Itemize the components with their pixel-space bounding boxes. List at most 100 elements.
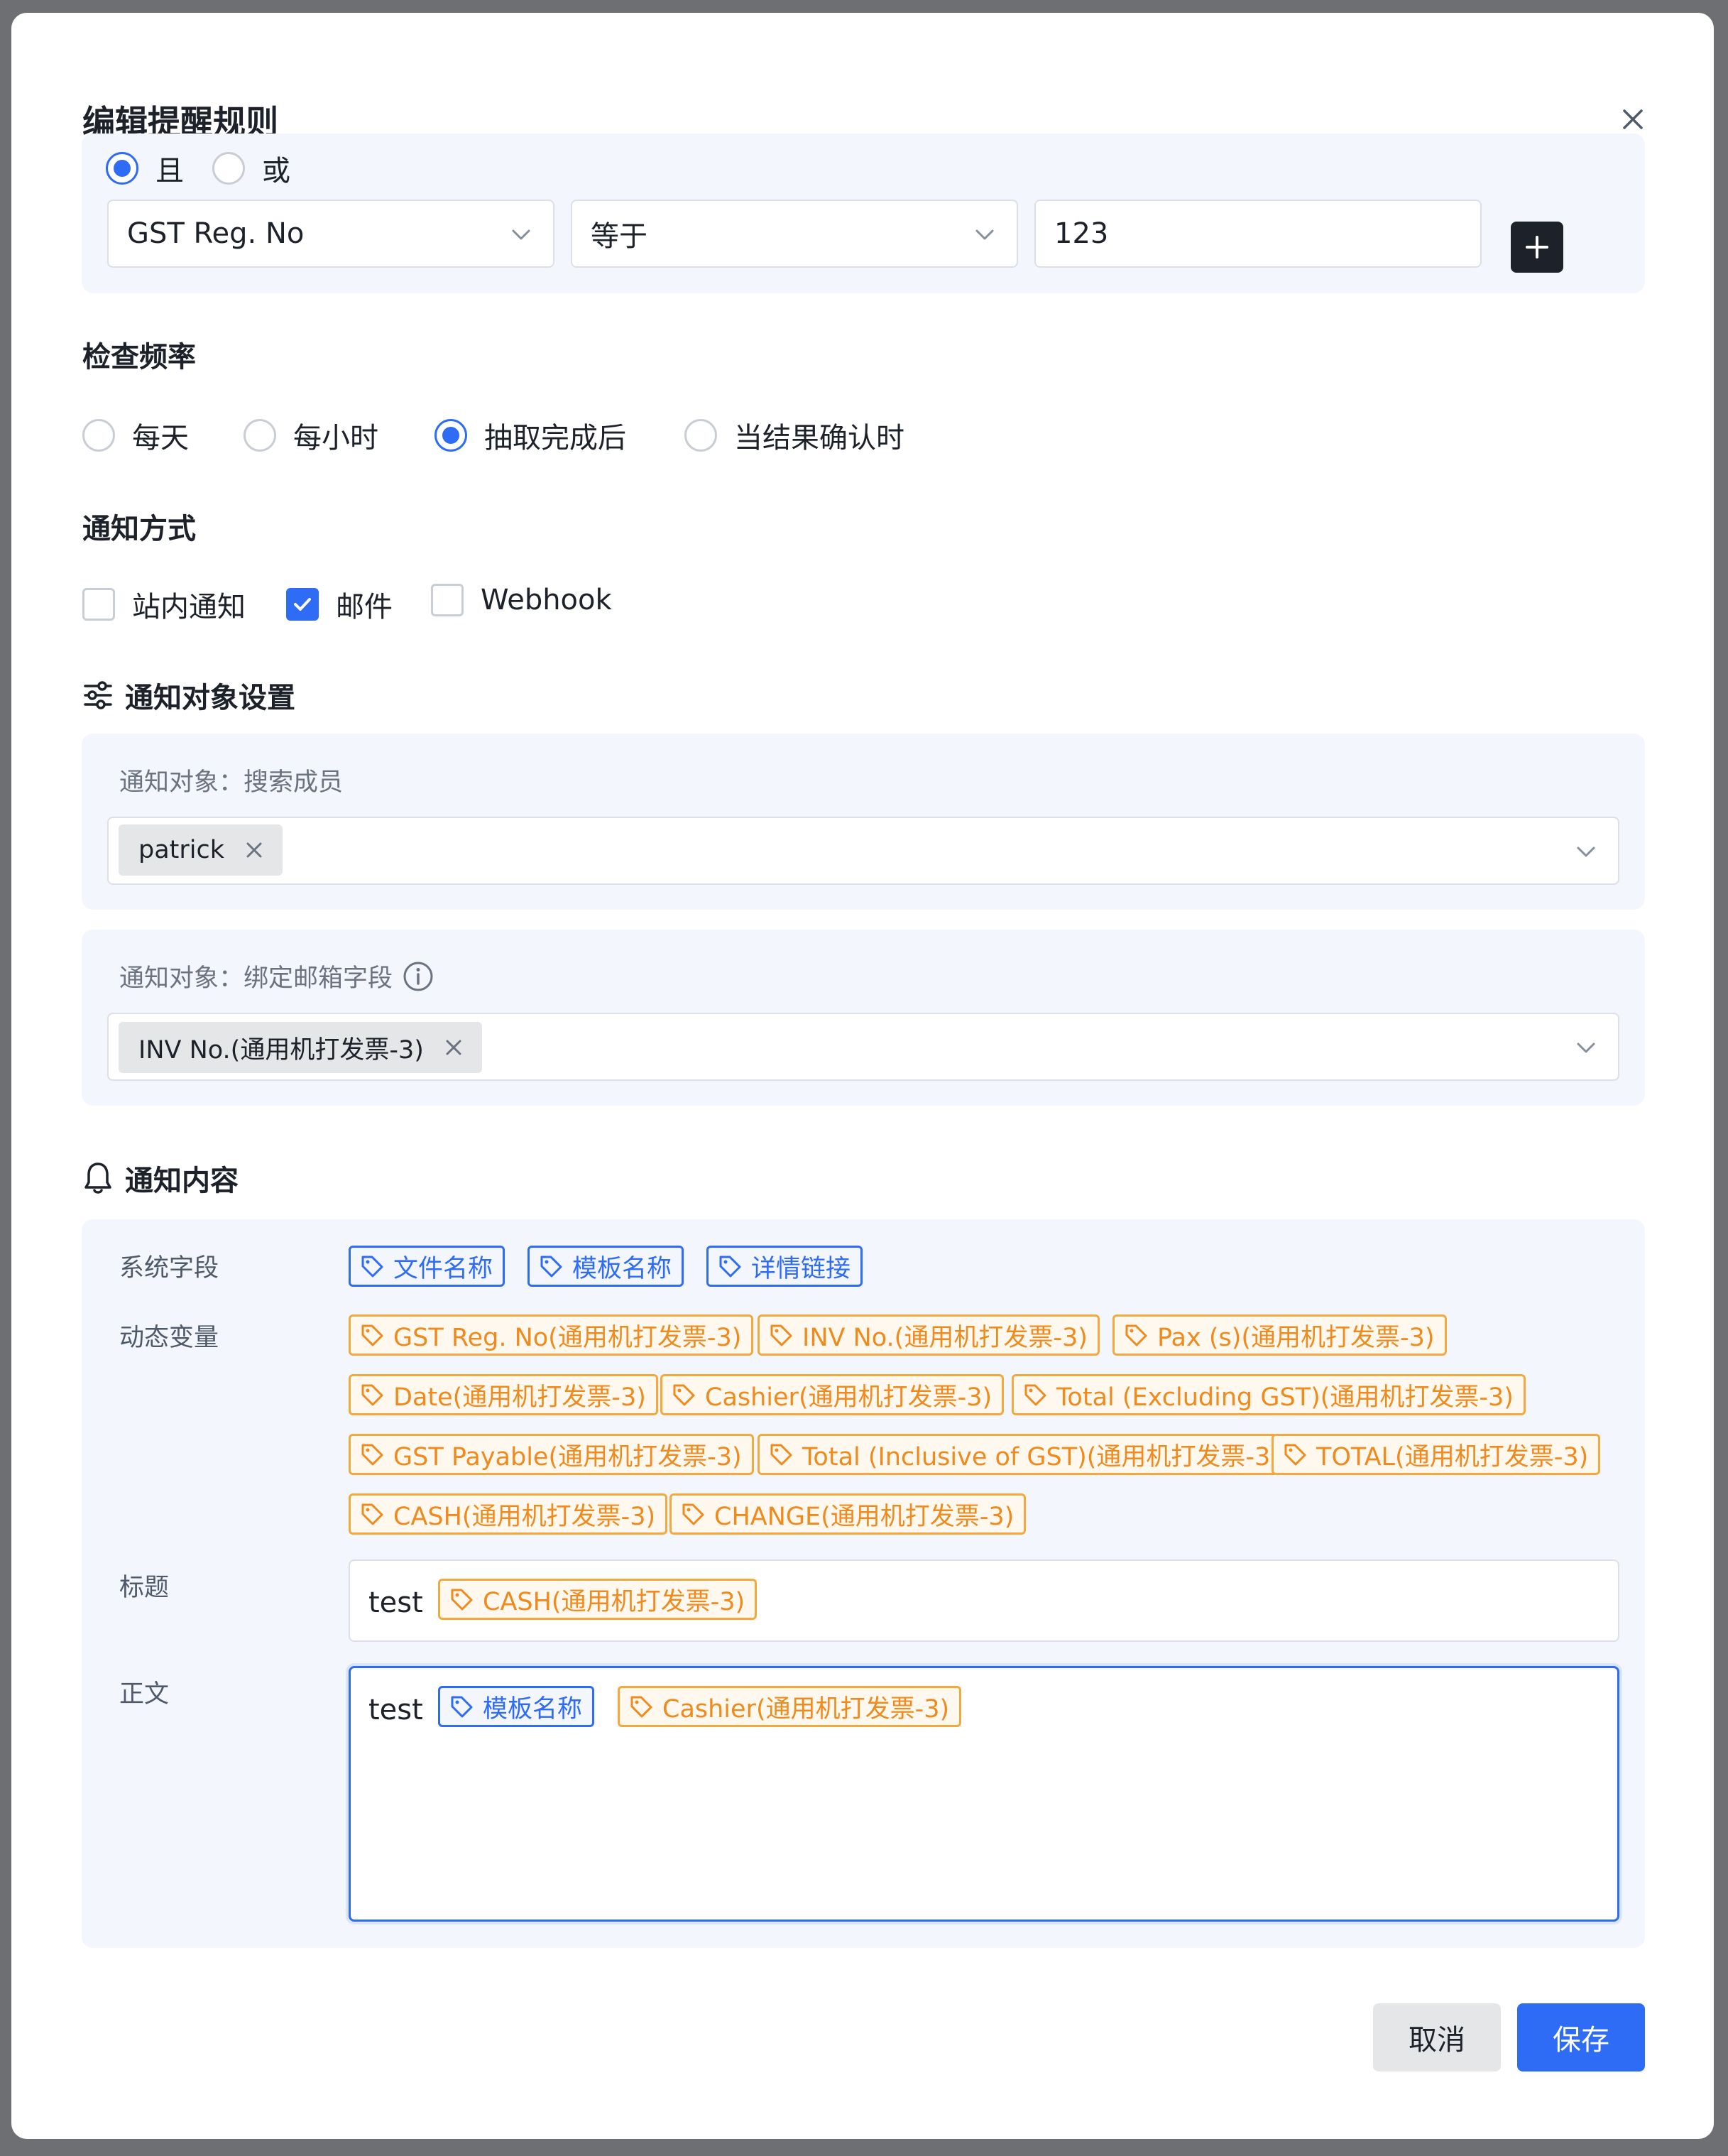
sliders-icon (84, 681, 112, 709)
system-field-tag[interactable]: 文件名称 (349, 1246, 505, 1287)
checkbox-indicator (82, 588, 115, 621)
condition-field-value: GST Reg. No (127, 217, 305, 250)
dynamic-var-tag[interactable]: Pax (s)(通用机打发票-3) (1112, 1314, 1447, 1356)
cancel-button[interactable]: 取消 (1373, 2003, 1501, 2071)
body-inserted-tag[interactable]: 模板名称 (438, 1686, 595, 1727)
dynamic-var-tag[interactable]: Total (Inclusive of GST)(通用机打发票-3) (758, 1434, 1292, 1475)
tag-label: TOTAL(通用机打发票-3) (1316, 1442, 1589, 1471)
dynamic-var-tag[interactable]: GST Reg. No(通用机打发票-3) (349, 1314, 754, 1356)
content-title: 通知内容 (125, 1165, 239, 1197)
frequency-hourly-radio[interactable]: 每小时 (244, 415, 378, 456)
radio-label: 且 (155, 155, 184, 187)
radio-label: 或 (262, 155, 290, 187)
dynamic-var-tag[interactable]: GST Payable(通用机打发票-3) (349, 1434, 754, 1475)
condition-field-select[interactable]: GST Reg. No (107, 200, 554, 268)
condition-operator-select[interactable]: 等于 (571, 200, 1018, 268)
condition-value-input[interactable]: 123 (1034, 200, 1482, 268)
logic-or-radio[interactable]: 或 (212, 148, 290, 189)
email-field-label: 通知对象：绑定邮箱字段 (119, 964, 393, 993)
remove-chip-button[interactable] (246, 842, 263, 859)
condition-operator-value: 等于 (591, 220, 647, 253)
chevron-down-icon (512, 229, 530, 240)
bell-icon (84, 1163, 111, 1194)
frequency-label: 检查频率 (82, 341, 196, 374)
frequency-after-extract-radio[interactable]: 抽取完成后 (434, 415, 626, 456)
dynamic-var-tag[interactable]: Cashier(通用机打发票-3) (660, 1374, 1005, 1415)
email-field-panel: 通知对象：绑定邮箱字段 INV No.(通用机打发票-3) (82, 930, 1645, 1106)
subject-input[interactable]: test CASH(通用机打发票-3) (349, 1559, 1619, 1642)
radio-indicator (684, 419, 717, 452)
body-inserted-tag[interactable]: Cashier(通用机打发票-3) (618, 1686, 962, 1727)
info-icon[interactable] (403, 961, 434, 992)
tag-label: GST Payable(通用机打发票-3) (393, 1442, 742, 1471)
condition-value-text: 123 (1054, 217, 1109, 250)
member-chip-label: patrick (138, 836, 225, 864)
check-icon (294, 598, 311, 611)
radio-indicator (82, 419, 115, 452)
content-panel: 系统字段 动态变量 标题 正文 文件名称 模板名称 详情链接 GST Reg. … (82, 1219, 1645, 1948)
system-field-tag[interactable]: 详情链接 (706, 1246, 863, 1287)
tag-icon (768, 1442, 794, 1467)
tag-label: Cashier(通用机打发票-3) (705, 1383, 992, 1412)
tag-icon (449, 1694, 474, 1719)
tag-icon (680, 1501, 706, 1527)
checkbox-indicator (431, 584, 464, 616)
dynamic-var-tag[interactable]: INV No.(通用机打发票-3) (758, 1314, 1100, 1356)
radio-label: 当结果确认时 (734, 422, 904, 454)
edit-alert-rule-dialog: 编辑提醒规则 且 或 GST Reg. No 等于 123 检查频率 每天 每小… (11, 13, 1714, 2139)
system-fields-label: 系统字段 (119, 1254, 219, 1283)
tag-label: Cashier(通用机打发票-3) (662, 1694, 950, 1724)
tag-label: CASH(通用机打发票-3) (393, 1502, 656, 1531)
tag-icon (359, 1501, 385, 1527)
tag-icon (628, 1694, 654, 1719)
notify-method-label: 通知方式 (82, 513, 196, 545)
frequency-daily-radio[interactable]: 每天 (82, 415, 189, 456)
checkbox-label: Webhook (481, 584, 612, 616)
checkbox-label: 站内通知 (132, 591, 246, 624)
system-field-tag[interactable]: 模板名称 (527, 1246, 684, 1287)
plus-icon (1526, 236, 1548, 258)
tag-icon (359, 1382, 385, 1408)
dynamic-var-tag[interactable]: CASH(通用机打发票-3) (349, 1493, 668, 1535)
subject-label: 标题 (119, 1574, 170, 1602)
subject-text: test (368, 1586, 423, 1619)
members-select[interactable] (107, 817, 1619, 885)
tag-label: CASH(通用机打发票-3) (483, 1587, 745, 1616)
notify-inapp-checkbox[interactable]: 站内通知 (82, 584, 246, 625)
save-button[interactable]: 保存 (1517, 2003, 1645, 2071)
dynamic-var-tag[interactable]: Date(通用机打发票-3) (349, 1374, 658, 1415)
tag-label: Total (Excluding GST)(通用机打发票-3) (1056, 1383, 1514, 1412)
body-text: test (368, 1694, 423, 1726)
tag-label: GST Reg. No(通用机打发票-3) (393, 1323, 742, 1352)
body-textarea[interactable]: test 模板名称 Cashier(通用机打发票-3) (349, 1666, 1619, 1922)
dynamic-var-tag[interactable]: CHANGE(通用机打发票-3) (669, 1493, 1027, 1535)
dynamic-var-tag[interactable]: Total (Excluding GST)(通用机打发票-3) (1012, 1374, 1526, 1415)
email-field-chip: INV No.(通用机打发票-3) (119, 1022, 482, 1073)
close-icon (446, 1040, 461, 1055)
tag-label: 模板名称 (572, 1254, 672, 1283)
remove-chip-button[interactable] (445, 1039, 462, 1056)
radio-label: 抽取完成后 (484, 422, 626, 454)
target-settings-title: 通知对象设置 (125, 682, 295, 714)
notify-email-checkbox[interactable]: 邮件 (286, 584, 393, 625)
tag-icon (1282, 1442, 1308, 1467)
dynamic-var-tag[interactable]: TOTAL(通用机打发票-3) (1272, 1434, 1601, 1475)
tag-label: Date(通用机打发票-3) (393, 1383, 646, 1412)
target-settings-heading: 通知对象设置 (82, 675, 295, 716)
tag-icon (671, 1382, 696, 1408)
frequency-on-confirm-radio[interactable]: 当结果确认时 (684, 415, 904, 456)
email-field-label-row: 通知对象：绑定邮箱字段 (119, 958, 434, 994)
radio-label: 每天 (132, 422, 189, 454)
add-condition-button[interactable] (1511, 222, 1563, 273)
subject-inserted-tag[interactable]: CASH(通用机打发票-3) (438, 1579, 758, 1620)
members-panel: 通知对象：搜索成员 patrick (82, 734, 1645, 910)
tag-label: 详情链接 (751, 1254, 851, 1283)
member-chip: patrick (119, 824, 283, 876)
notify-webhook-checkbox[interactable]: Webhook (431, 584, 612, 616)
tag-icon (359, 1253, 385, 1279)
radio-indicator (212, 152, 245, 185)
email-field-chip-label: INV No.(通用机打发票-3) (138, 1035, 424, 1065)
logic-and-radio[interactable]: 且 (106, 148, 184, 189)
tag-icon (1123, 1322, 1149, 1348)
content-heading: 通知内容 (82, 1158, 239, 1199)
